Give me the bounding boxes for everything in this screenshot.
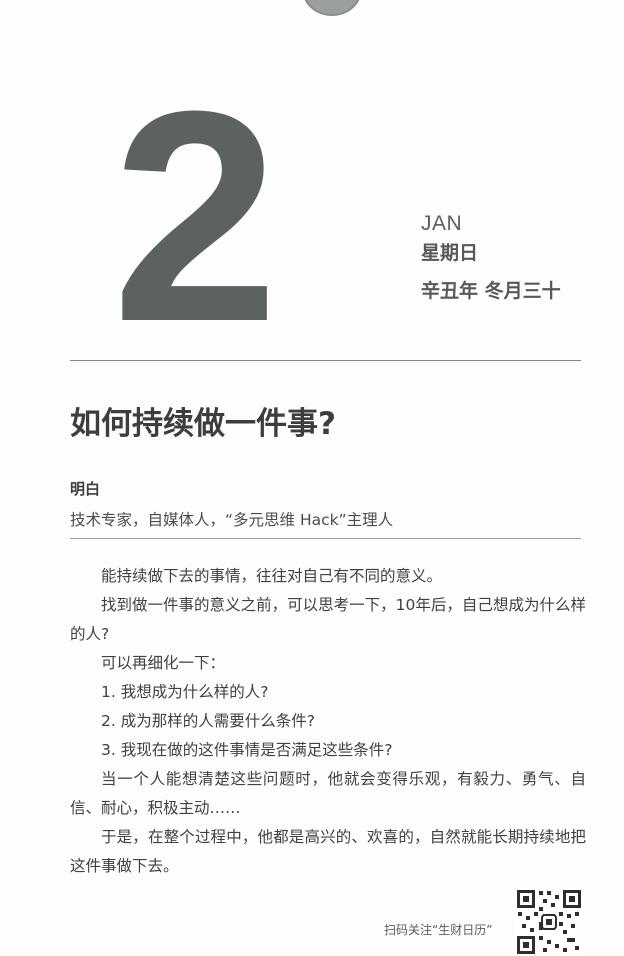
- weekday-label: 星期日: [421, 242, 479, 264]
- lunar-date: 辛丑年 冬月三十: [421, 280, 561, 302]
- paragraph: 找到做一件事的意义之前，可以思考一下，10年后，自己想成为什么样的人?: [70, 596, 586, 643]
- qr-caption: 扫码关注“生财日历”: [384, 923, 493, 937]
- author-name: 明白: [70, 480, 101, 498]
- paragraph: 能持续做下去的事情，往往对自己有不同的意义。: [101, 567, 443, 585]
- day-number: 2: [112, 48, 279, 384]
- divider-top: [70, 360, 581, 361]
- list-item: 3. 我现在做的这件事情是否满足这些条件?: [101, 741, 393, 759]
- binder-hole: [302, 0, 362, 16]
- paragraph: 当一个人能想清楚这些问题时，他就会变得乐观，有毅力、勇气、自信、耐心，积极主动……: [70, 770, 586, 817]
- paragraph: 于是，在整个过程中，他都是高兴的、欢喜的，自然就能长期持续地把这件事做下去。: [70, 828, 586, 875]
- paragraph: 可以再细化一下：: [101, 654, 226, 672]
- divider-middle: [70, 538, 581, 539]
- list-item: 2. 成为那样的人需要什么条件?: [101, 712, 315, 730]
- list-item: 1. 我想成为什么样的人?: [101, 683, 269, 701]
- author-description: 技术专家，自媒体人，“多元思维 Hack”主理人: [70, 511, 394, 529]
- article-body: 能持续做下去的事情，往往对自己有不同的意义。 找到做一件事的意义之前，可以思考一…: [70, 562, 586, 881]
- qr-code: [515, 888, 583, 956]
- month-label: JAN: [421, 212, 463, 235]
- article-title: 如何持续做一件事?: [70, 406, 336, 442]
